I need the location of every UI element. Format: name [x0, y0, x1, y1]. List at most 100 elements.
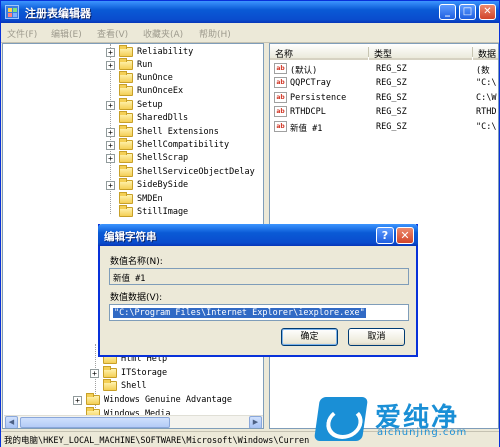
tree-item-label: RunOnce — [137, 73, 173, 83]
tree-item[interactable]: + ITStorage — [3, 366, 263, 380]
scroll-left-icon[interactable]: ◀ — [5, 416, 18, 428]
folder-icon — [119, 178, 133, 190]
help-button[interactable]: ? — [376, 227, 394, 244]
registry-app-icon — [5, 5, 19, 19]
expand-icon[interactable]: + — [90, 369, 99, 378]
tree-item[interactable]: + Shell Extensions — [3, 125, 263, 139]
watermark-url: aichunjing.com — [377, 427, 468, 438]
folder-icon — [103, 379, 117, 391]
value-type: REG_SZ — [376, 78, 407, 88]
folder-icon — [119, 45, 133, 57]
value-type: REG_SZ — [376, 122, 407, 132]
tree-item[interactable]: SMDEn — [3, 192, 263, 206]
tree-item[interactable]: StillImage — [3, 205, 263, 219]
list-item[interactable]: ab Persistence REG_SZ C:\W — [270, 91, 498, 105]
value-name-label: 数值名称(N): — [110, 257, 163, 267]
tree-item[interactable]: + ShellScrap — [3, 151, 263, 165]
folder-icon — [119, 84, 133, 96]
menu-favorites[interactable]: 收藏夹(A) — [143, 27, 183, 40]
folder-icon — [103, 366, 117, 378]
value-name-field: 新值 #1 — [109, 268, 409, 285]
tree-item[interactable]: + Run — [3, 58, 263, 72]
minimize-button[interactable]: _ — [439, 4, 456, 20]
menu-edit[interactable]: 编辑(E) — [51, 27, 82, 40]
folder-icon — [119, 192, 133, 204]
value-data: "C:\ — [476, 78, 497, 88]
tree-item-label: Windows Genuine Advantage — [104, 395, 232, 405]
column-header-data[interactable]: 数据 — [473, 44, 498, 60]
tree-item-label: ITStorage — [121, 368, 168, 378]
ok-button[interactable]: 确定 — [281, 328, 338, 346]
value-data: RTHD — [476, 107, 497, 117]
tree-item-label: Shell — [121, 381, 147, 391]
list-item[interactable]: ab RTHDCPL REG_SZ RTHD — [270, 105, 498, 119]
menu-bar: 文件(F) 编辑(E) 查看(V) 收藏夹(A) 帮助(H) — [1, 23, 499, 43]
dialog-close-button[interactable]: ✕ — [396, 227, 414, 244]
tree-item-label: Setup — [137, 100, 163, 110]
tree-item-label: ShellServiceObjectDelay — [137, 167, 255, 177]
dialog-title-bar[interactable]: 编辑字符串 ? ✕ — [98, 224, 418, 246]
tree-item[interactable]: + Reliability — [3, 45, 263, 59]
maximize-button[interactable]: □ — [459, 4, 476, 20]
tree-item-label: Reliability — [137, 47, 194, 57]
scrollbar-thumb[interactable] — [20, 417, 170, 428]
tree-item[interactable]: + SideBySide — [3, 178, 263, 192]
list-item[interactable]: ab QQPCTray REG_SZ "C:\ — [270, 76, 498, 90]
menu-view[interactable]: 查看(V) — [97, 27, 128, 40]
column-header-type[interactable]: 类型 — [369, 44, 472, 60]
folder-icon — [119, 151, 133, 163]
expand-icon[interactable]: + — [106, 61, 115, 70]
cancel-button[interactable]: 取消 — [348, 328, 405, 346]
value-name: RTHDCPL — [290, 107, 326, 117]
folder-icon — [119, 58, 133, 70]
tree-item-label: Run — [137, 60, 153, 70]
tree-item-label: Shell Extensions — [137, 127, 219, 137]
string-value-icon: ab — [274, 92, 287, 103]
tree-item[interactable]: RunOnceEx — [3, 84, 263, 98]
scroll-right-icon[interactable]: ▶ — [249, 416, 262, 428]
brand-logo-icon — [313, 397, 369, 441]
value-type: REG_SZ — [376, 107, 407, 117]
registry-editor-window: 注册表编辑器 _ □ ✕ 文件(F) 编辑(E) 查看(V) 收藏夹(A) 帮助… — [0, 0, 500, 447]
close-button[interactable]: ✕ — [479, 4, 496, 20]
column-header-name[interactable]: 名称 — [270, 44, 368, 60]
list-item[interactable]: ab 新值 #1 REG_SZ "C:\ — [270, 120, 498, 134]
tree-item[interactable]: Shell — [3, 379, 263, 393]
expand-icon[interactable]: + — [106, 154, 115, 163]
expand-icon[interactable]: + — [106, 101, 115, 110]
tree-item[interactable]: + Setup — [3, 98, 263, 112]
value-data-input[interactable]: "C:\Program Files\Internet Explorer\iexp… — [109, 304, 409, 321]
tree-item[interactable]: + ShellCompatibility — [3, 138, 263, 152]
expand-icon[interactable]: + — [106, 128, 115, 137]
tree-item[interactable]: + Windows Genuine Advantage — [3, 393, 263, 407]
tree-item-label: RunOnceEx — [137, 86, 184, 96]
tree-item[interactable]: ShellServiceObjectDelay — [3, 165, 263, 179]
menu-help[interactable]: 帮助(H) — [199, 27, 231, 40]
title-bar[interactable]: 注册表编辑器 _ □ ✕ — [1, 1, 499, 23]
value-data: "C:\ — [476, 122, 497, 132]
folder-icon — [86, 393, 100, 405]
expand-icon[interactable]: + — [106, 141, 115, 150]
edit-string-dialog: 编辑字符串 ? ✕ 数值名称(N): 新值 #1 数值数据(V): "C:\Pr… — [98, 224, 418, 357]
value-data: (数 — [476, 66, 490, 76]
tree-item-label: ShellCompatibility — [137, 140, 230, 150]
watermark: 爱纯净 aichunjing.com — [311, 393, 500, 447]
string-value-icon: ab — [274, 121, 287, 132]
tree-item[interactable]: RunOnce — [3, 71, 263, 85]
expand-icon[interactable]: + — [106, 181, 115, 190]
expand-icon[interactable]: + — [106, 48, 115, 57]
value-name: QQPCTray — [290, 78, 331, 88]
folder-icon — [119, 165, 133, 177]
tree-item-label: SMDEn — [137, 194, 163, 204]
value-data: C:\W — [476, 93, 497, 103]
value-data-text: "C:\Program Files\Internet Explorer\iexp… — [113, 308, 366, 318]
value-data-label: 数值数据(V): — [110, 293, 163, 303]
value-name: (默认) — [290, 66, 318, 76]
tree-horizontal-scrollbar[interactable]: ◀ ▶ — [4, 415, 263, 428]
window-title: 注册表编辑器 — [25, 7, 91, 20]
tree-item[interactable]: SharedDlls — [3, 111, 263, 125]
expand-icon[interactable]: + — [73, 396, 82, 405]
list-item[interactable]: ab (默认) REG_SZ (数 — [270, 62, 498, 76]
tree-item-label: StillImage — [137, 207, 189, 217]
menu-file[interactable]: 文件(F) — [7, 27, 37, 40]
